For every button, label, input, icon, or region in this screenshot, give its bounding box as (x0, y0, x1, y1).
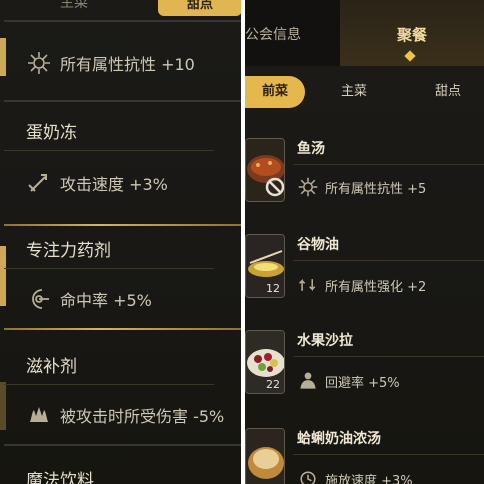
buff-name: 蛋奶冻 (26, 123, 77, 143)
item-divider (293, 356, 484, 357)
food-item[interactable]: 蛤蜊奶油浓汤 施放速度 +3% (245, 428, 484, 484)
item-divider (293, 164, 484, 165)
cast-speed-icon (297, 468, 319, 484)
buff-effect-text: 命中率 +5% (60, 291, 152, 310)
card-border-highlight (4, 224, 241, 226)
card-inner-divider (4, 268, 214, 269)
resist-icon (297, 176, 319, 198)
resist-icon (26, 50, 52, 76)
item-count: 12 (266, 282, 280, 295)
grain-oil-thumbnail: 12 (245, 234, 285, 298)
fruit-salad-thumbnail: 22 (245, 330, 285, 394)
diamond-marker-icon (404, 50, 416, 62)
buff-card[interactable]: 滋补剂 被攻击时所受伤害 -5% (4, 352, 241, 442)
food-item[interactable]: 12 谷物油 所有属性强化 +2 (245, 234, 484, 304)
top-tab-bar: 公会信息 聚餐 (245, 0, 484, 66)
food-effect-text: 所有属性抗性 +5 (325, 181, 427, 197)
buff-effect-row: 被攻击时所受伤害 -5% (26, 402, 224, 428)
tab-main-dish[interactable]: 主菜 (341, 76, 367, 108)
item-divider (293, 454, 484, 455)
food-effect-text: 所有属性强化 +2 (325, 279, 427, 295)
buff-effect-row: 所有属性抗性 +10 (26, 50, 195, 76)
food-name: 水果沙拉 (297, 333, 353, 349)
fish-soup-thumbnail (245, 138, 285, 202)
item-divider (293, 260, 484, 261)
tab-dessert-active[interactable]: 甜点 (158, 0, 241, 16)
buff-name: 专注力药剂 (26, 241, 111, 261)
food-item[interactable]: 22 水果沙拉 回避率 +5% (245, 330, 484, 400)
food-effect-row: 所有属性抗性 +5 (297, 176, 426, 198)
buff-effect-row: 命中率 +5% (26, 286, 152, 312)
food-effect-text: 施放速度 +3% (325, 473, 413, 484)
card-inner-divider (4, 150, 214, 151)
food-item[interactable]: 鱼汤 所有属性抗性 +5 (245, 138, 484, 208)
item-count: 22 (266, 378, 280, 391)
buff-card[interactable]: 所有属性抗性 +10 (4, 50, 241, 90)
right-panel: 公会信息 聚餐 前菜 主菜 甜点 鱼汤 所有属性抗性 +5 12 谷物油 所有属… (245, 0, 484, 484)
sub-tab-bar: 前菜 主菜 甜点 (245, 70, 484, 114)
buff-card[interactable]: 专注力药剂 命中率 +5% (4, 236, 241, 326)
tab-guild-info[interactable]: 公会信息 (245, 24, 301, 44)
left-tab-bar: 主菜 甜点 (0, 0, 241, 18)
food-effect-row: 所有属性强化 +2 (297, 274, 426, 296)
accuracy-icon (26, 286, 52, 312)
buff-effect-text: 所有属性抗性 +10 (60, 55, 195, 74)
left-panel: 主菜 甜点 所有属性抗性 +10 蛋奶冻 攻击速度 +3% 专注力药剂 命中率 … (0, 0, 241, 484)
food-effect-text: 回避率 +5% (325, 375, 400, 391)
card-border (4, 444, 241, 446)
buff-name: 魔法饮料 (26, 471, 94, 484)
buff-name: 滋补剂 (26, 357, 77, 377)
food-name: 蛤蜊奶油浓汤 (297, 431, 381, 447)
card-border (4, 100, 241, 102)
food-effect-row: 施放速度 +3% (297, 468, 413, 484)
damage-reduction-icon (26, 402, 52, 428)
card-border-highlight (4, 328, 241, 330)
tab-main-dish[interactable]: 主菜 (60, 0, 88, 12)
evasion-icon (297, 370, 319, 392)
tab-divider (4, 20, 241, 22)
buff-card[interactable]: 魔法饮料 (4, 466, 241, 484)
card-inner-divider (4, 384, 214, 385)
tab-starter-active[interactable]: 前菜 (245, 76, 305, 108)
clam-chowder-thumbnail (245, 428, 285, 484)
food-name: 谷物油 (297, 237, 339, 253)
food-name: 鱼汤 (297, 141, 325, 157)
buff-effect-text: 被攻击时所受伤害 -5% (60, 407, 225, 426)
food-effect-row: 回避率 +5% (297, 370, 400, 392)
attack-speed-icon (26, 170, 52, 196)
enhance-icon (297, 274, 319, 296)
buff-card[interactable]: 蛋奶冻 攻击速度 +3% (4, 118, 241, 198)
buff-effect-row: 攻击速度 +3% (26, 170, 168, 196)
tab-feast-label: 聚餐 (396, 26, 427, 44)
tab-feast-active[interactable]: 聚餐 (340, 0, 484, 66)
tab-dessert[interactable]: 甜点 (435, 76, 461, 108)
buff-effect-text: 攻击速度 +3% (60, 175, 168, 194)
